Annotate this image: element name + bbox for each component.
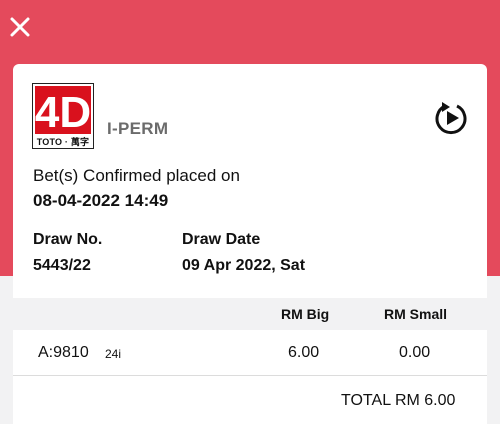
logo-main: 4D bbox=[35, 86, 91, 137]
close-button[interactable] bbox=[9, 16, 31, 38]
replay-icon bbox=[435, 102, 467, 135]
logo-text: 4D bbox=[35, 88, 91, 134]
total-amount: TOTAL RM 6.00 bbox=[341, 392, 456, 409]
bet-number: A:9810 bbox=[38, 344, 89, 361]
column-header-big: RM Big bbox=[281, 306, 330, 322]
confirm-datetime: 08-04-2022 14:49 bbox=[33, 191, 169, 210]
bet-table-header: RM Big RM Small bbox=[13, 298, 487, 330]
confirm-text: Bet(s) Confirmed placed on bbox=[33, 166, 240, 185]
table-row: A:9810 24i 6.00 0.00 bbox=[13, 332, 487, 376]
draw-date-value: 09 Apr 2022, Sat bbox=[182, 257, 306, 274]
draw-no-label: Draw No. bbox=[33, 231, 103, 248]
replay-button[interactable] bbox=[433, 100, 469, 136]
column-header-small: RM Small bbox=[384, 306, 448, 322]
logo-caption: TOTO · 萬字 bbox=[36, 137, 90, 147]
draw-date-label: Draw Date bbox=[182, 231, 261, 248]
game-name: I-PERM bbox=[107, 119, 169, 138]
draw-no-value: 5443/22 bbox=[33, 257, 91, 274]
close-icon bbox=[10, 17, 30, 37]
bet-permutation: 24i bbox=[105, 347, 122, 361]
bet-confirmation-card: 4D TOTO · 萬字 I-PERM Bet(s) Confirmed pla… bbox=[13, 64, 487, 424]
bet-big-amount: 6.00 bbox=[288, 344, 320, 361]
bet-small-amount: 0.00 bbox=[399, 344, 431, 361]
toto-4d-logo: 4D TOTO · 萬字 bbox=[32, 83, 94, 149]
